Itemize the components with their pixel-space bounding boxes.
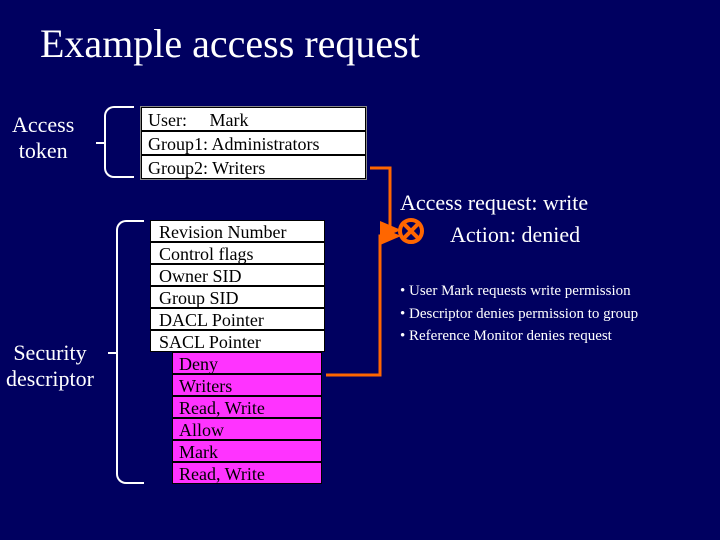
action-result-text: Action: denied [450,222,580,248]
ace-deny-sid: Writers [172,374,322,396]
brace-icon [104,106,134,178]
descriptor-owner: Owner SID [150,264,325,286]
descriptor-revision: Revision Number [150,220,325,242]
ace-allow-type: Allow [172,418,322,440]
explanation-bullets: User Mark requests write permission Desc… [400,280,638,348]
slide-title: Example access request [40,20,420,67]
access-token-box: User: Mark Group1: Administrators Group2… [140,106,367,180]
ace-allow-sid: Mark [172,440,322,462]
access-request-text: Access request: write [400,190,588,216]
token-user-row: User: Mark [141,107,366,131]
descriptor-sacl: SACL Pointer [150,330,325,352]
bullet-1: User Mark requests write permission [400,280,638,303]
security-descriptor-label: Security descriptor [6,340,94,393]
bullet-2: Descriptor denies permission to group [400,303,638,326]
token-group2-row: Group2: Writers [141,155,366,179]
descriptor-flags: Control flags [150,242,325,264]
descriptor-group: Group SID [150,286,325,308]
brace-icon [116,220,144,484]
denied-icon [398,218,424,244]
descriptor-dacl: DACL Pointer [150,308,325,330]
arrows-layer [0,0,720,540]
security-descriptor-box: Revision Number Control flags Owner SID … [150,220,325,484]
token-group1-row: Group1: Administrators [141,131,366,155]
ace-allow-mask: Read, Write [172,462,322,484]
ace-deny-mask: Read, Write [172,396,322,418]
bullet-3: Reference Monitor denies request [400,325,638,348]
access-token-label: Access token [12,112,74,165]
ace-deny-type: Deny [172,352,322,374]
